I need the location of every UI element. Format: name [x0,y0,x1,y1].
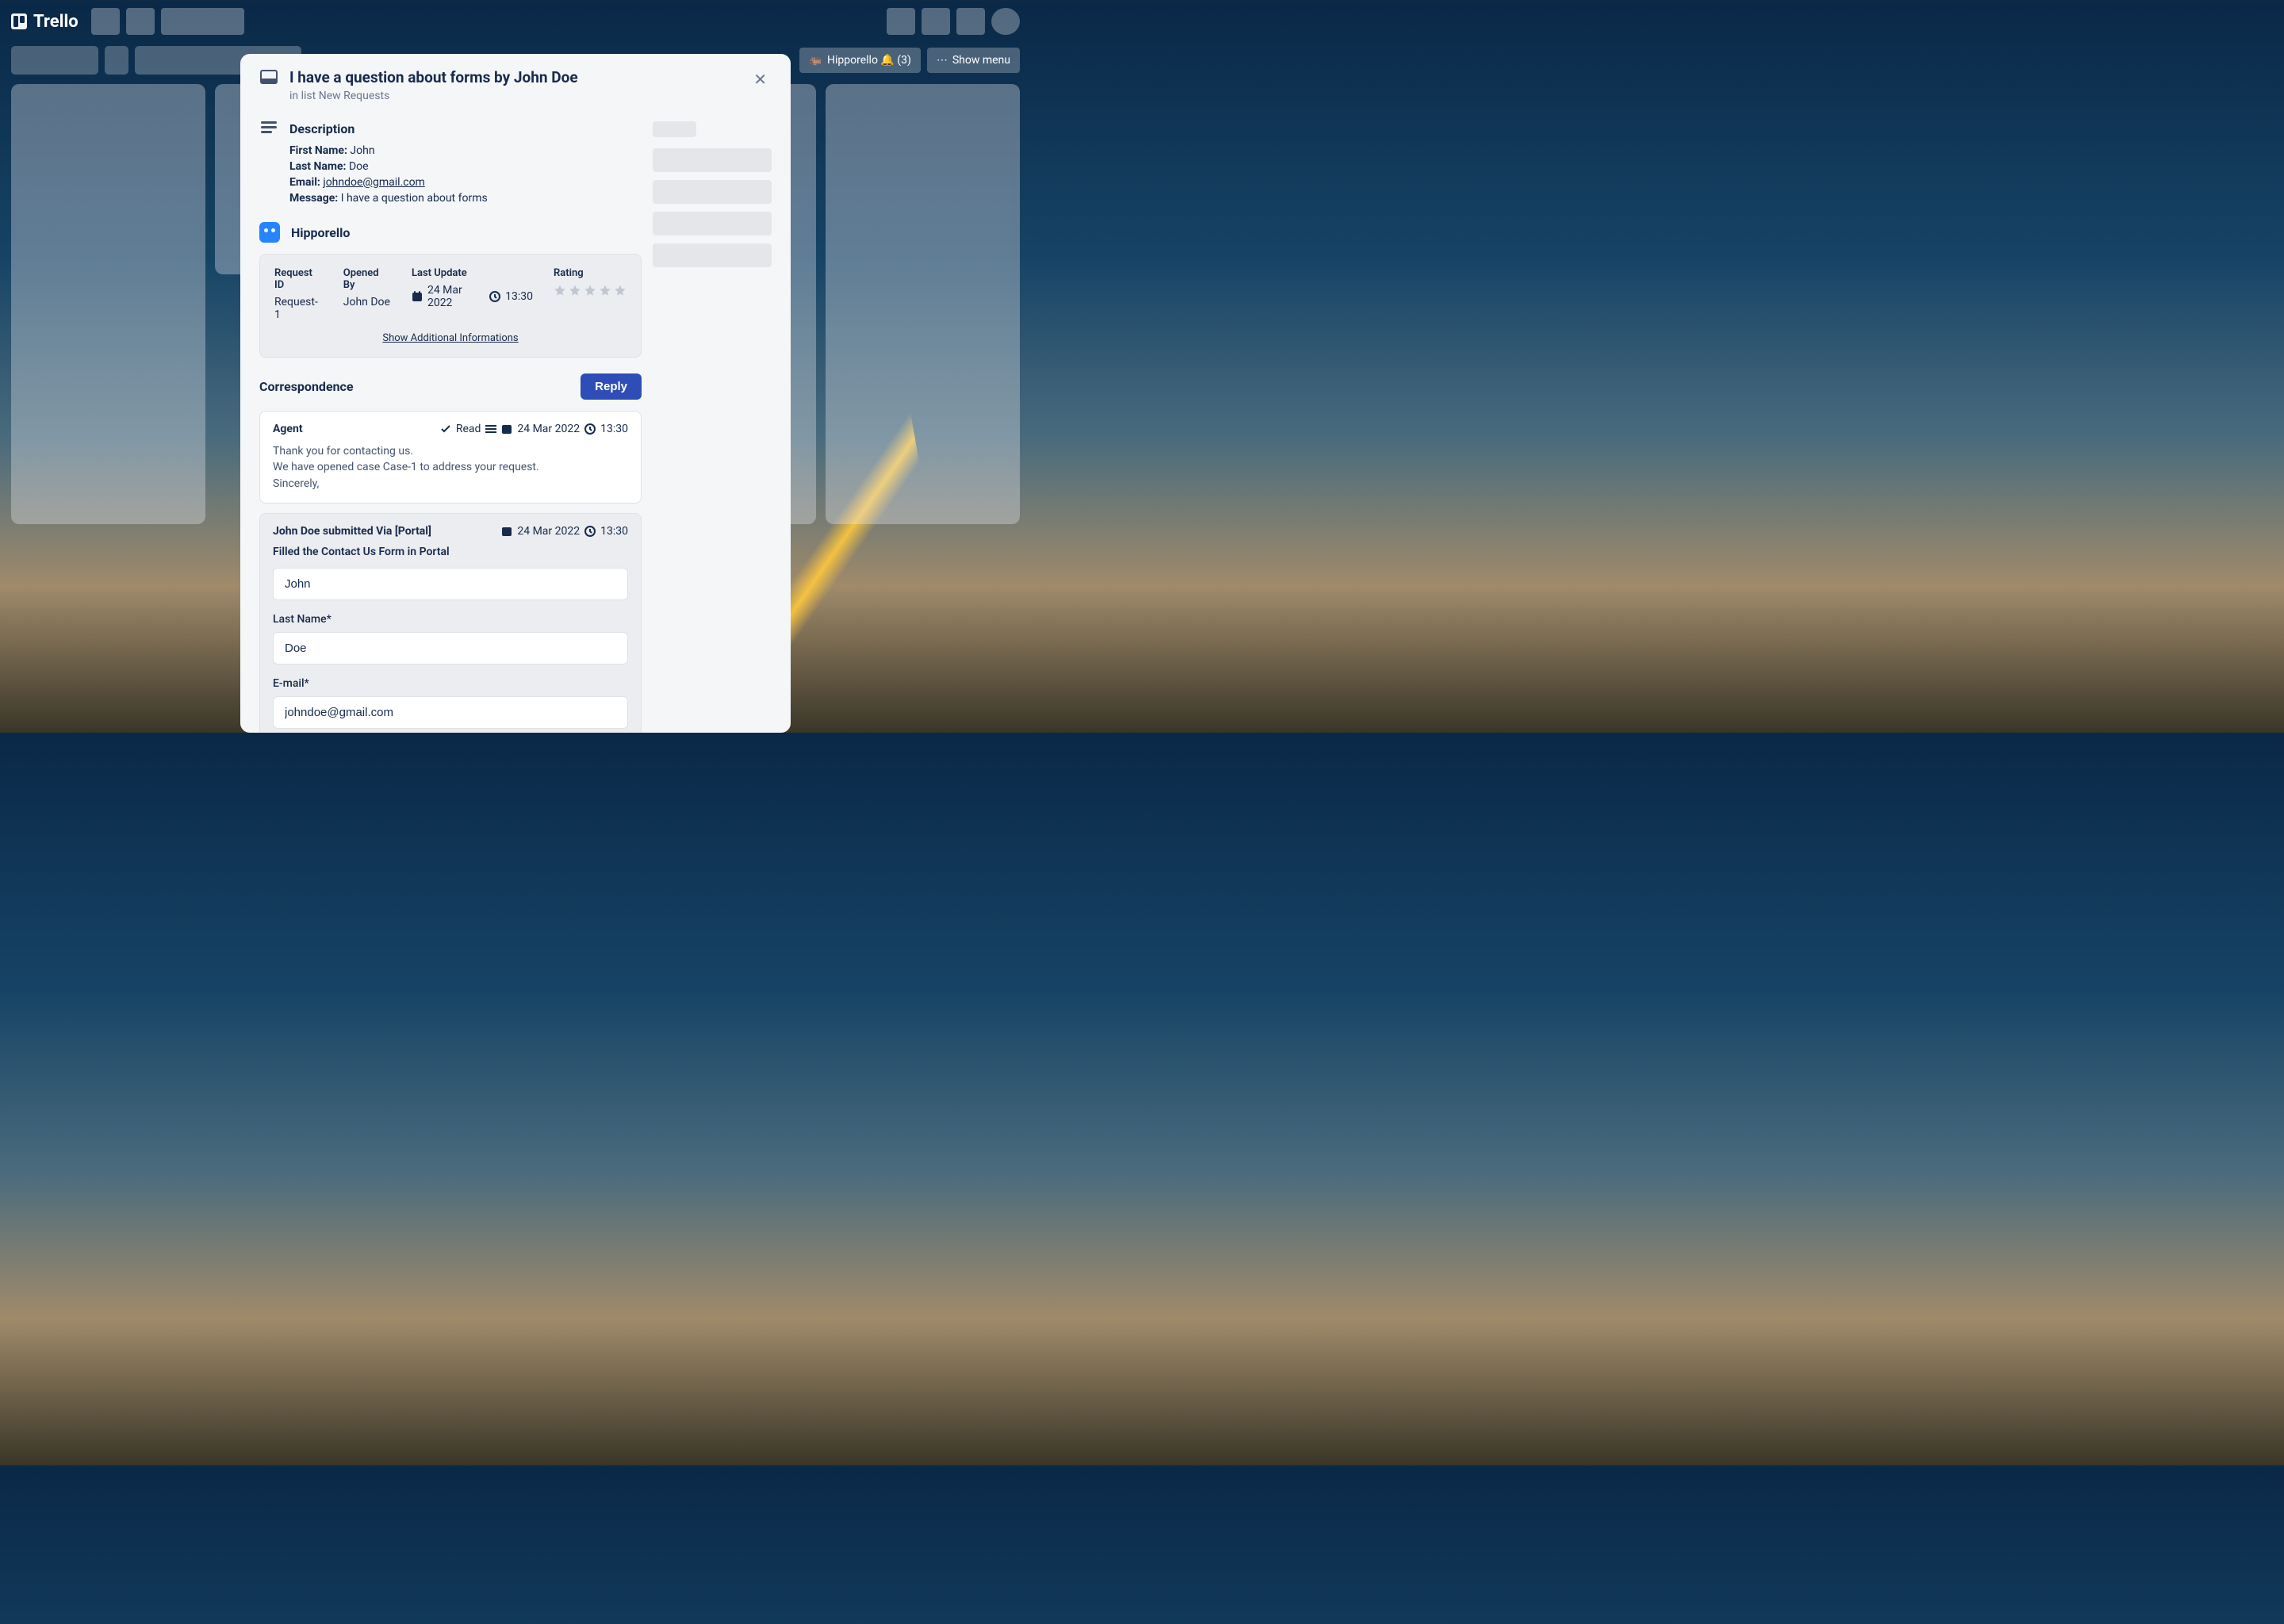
desc-email: Email: johndoe@gmail.com [289,176,642,189]
sidebar-action-placeholder[interactable] [653,243,772,267]
card-modal: I have a question about forms by John Do… [240,54,791,733]
calendar-icon [501,526,512,537]
last-name-field[interactable] [273,632,628,665]
app-name: Trello [33,12,79,32]
calendar-icon [412,291,423,302]
hipporello-heading: Hipporello [291,225,350,240]
first-name-field[interactable] [273,568,628,600]
star-icon [554,284,566,297]
sidebar-action-placeholder[interactable] [653,212,772,236]
sidebar-action-placeholder[interactable] [653,148,772,172]
close-icon: ✕ [753,70,767,89]
card-icon [259,70,278,84]
star-icon [614,284,627,297]
request-id-label: Request ID [274,267,323,291]
star-icon [569,284,581,297]
agent-message: Agent Read 24 Mar 2022 13:30 Thank you f… [259,411,642,504]
hipporello-header: Hipporello [259,222,642,243]
nav-placeholder[interactable] [161,8,244,35]
desc-first-name: First Name: John [289,144,642,157]
msg-from: John Doe submitted Via [Portal] [273,525,431,538]
modal-header: I have a question about forms by John Do… [259,68,772,105]
request-id-value: Request-1 [274,296,323,321]
correspondence-heading: Correspondence [259,379,354,394]
nav-placeholder[interactable] [91,8,120,35]
hipporello-avatar-icon [259,222,280,243]
email-label: E-mail* [273,677,628,690]
list-column[interactable] [826,84,1020,524]
trello-icon [11,13,27,29]
reply-button[interactable]: Reply [581,373,642,400]
desc-last-name: Last Name: Doe [289,160,642,173]
request-info-card: Request ID Request-1 Opened By John Doe … [259,254,642,358]
check-icon [440,423,451,435]
clock-icon [584,423,596,435]
show-menu-button[interactable]: ⋯ Show menu [927,48,1020,73]
description-heading: Description [289,121,642,136]
msg-meta: Read 24 Mar 2022 13:30 [440,423,628,435]
star-icon [599,284,611,297]
desc-message: Message: I have a question about forms [289,192,642,205]
last-update-value: 24 Mar 2022 13:30 [412,284,533,309]
correspondence-header: Correspondence Reply [259,373,642,400]
last-update-label: Last Update [412,267,533,279]
opened-by-label: Opened By [343,267,391,291]
show-menu-label: Show menu [952,54,1010,67]
submission-subtitle: Filled the Contact Us Form in Portal [273,546,628,558]
last-name-label: Last Name* [273,613,628,626]
email-link[interactable]: johndoe@gmail.com [323,176,425,189]
rating-stars[interactable] [554,284,627,297]
show-additional-link[interactable]: Show Additional Informations [274,332,627,344]
msg-from: Agent [273,423,303,435]
calendar-icon [501,423,512,435]
rating-label: Rating [554,267,627,279]
list-icon [485,423,496,435]
sidebar-action-placeholder[interactable] [653,180,772,204]
avatar[interactable] [991,8,1020,35]
description-section: Description First Name: John Last Name: … [259,121,642,208]
star-icon [584,284,596,297]
nav-placeholder[interactable] [887,8,915,35]
list-column[interactable] [11,84,205,524]
top-navbar: Trello [0,0,1031,43]
board-placeholder[interactable] [105,46,128,75]
sidebar-placeholder [653,121,696,137]
hipporello-badge[interactable]: 🦛 Hipporello 🔔 (3) [799,48,921,73]
trello-logo[interactable]: Trello [11,12,79,32]
hippo-emoji: 🦛 [809,54,822,67]
clock-icon [489,291,500,302]
board-placeholder[interactable] [11,46,98,75]
msg-body: Thank you for contacting us. We have ope… [273,443,628,492]
menu-dots-icon: ⋯ [937,54,948,67]
opened-by-value: John Doe [343,296,391,308]
card-in-list[interactable]: in list New Requests [289,86,738,102]
description-icon [259,121,278,208]
msg-meta: 24 Mar 2022 13:30 [501,525,628,538]
close-button[interactable]: ✕ [749,68,772,90]
nav-placeholder[interactable] [126,8,155,35]
nav-placeholder[interactable] [956,8,985,35]
hipporello-badge-label: Hipporello 🔔 (3) [827,54,911,67]
user-submission: John Doe submitted Via [Portal] 24 Mar 2… [259,513,642,733]
clock-icon [584,526,596,537]
modal-sidebar [653,121,772,733]
card-title[interactable]: I have a question about forms by John Do… [289,68,738,86]
nav-placeholder[interactable] [922,8,950,35]
email-field[interactable] [273,696,628,729]
